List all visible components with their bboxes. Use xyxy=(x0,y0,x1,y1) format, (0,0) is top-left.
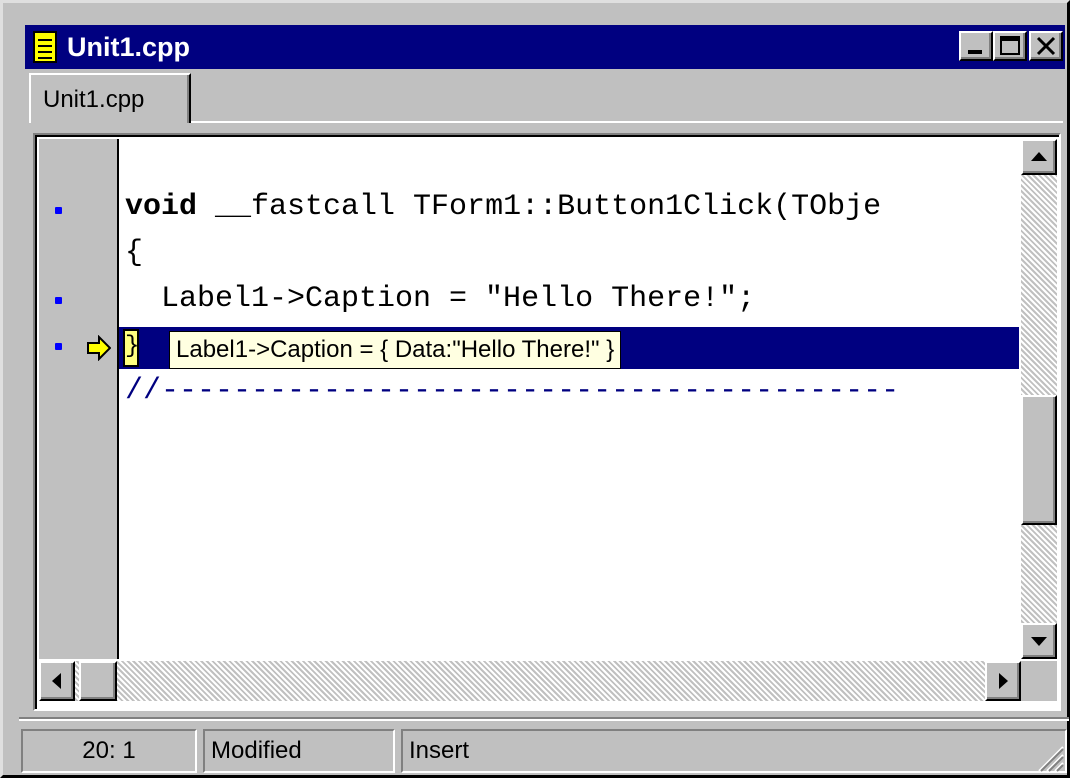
tab-divider xyxy=(191,121,1063,123)
arrow-down-icon xyxy=(1031,637,1047,646)
editor-gutter[interactable] xyxy=(39,139,119,659)
breakpoint-dot-icon xyxy=(55,343,62,350)
code-line: void __fastcall TForm1::Button1Click(TOb… xyxy=(125,185,881,229)
close-button[interactable] xyxy=(1029,31,1063,61)
editor-window: Unit1.cpp Unit1.cpp void __fastcall TFor… xyxy=(0,0,1070,778)
code-keyword: void xyxy=(125,190,198,224)
scrollbar-corner xyxy=(1021,661,1057,701)
modified-status-panel: Modified xyxy=(203,729,395,773)
horizontal-scroll-thumb[interactable] xyxy=(79,661,117,701)
scroll-down-button[interactable] xyxy=(1021,623,1057,659)
vertical-scroll-thumb[interactable] xyxy=(1021,395,1057,525)
title-bar[interactable]: Unit1.cpp xyxy=(25,25,1065,69)
arrow-right-icon xyxy=(999,673,1008,689)
status-separator xyxy=(19,717,1069,721)
comment-line: //--------------------------------------… xyxy=(125,374,900,408)
status-bar: 20: 1 Modified Insert xyxy=(19,717,1069,775)
insert-mode-panel: Insert xyxy=(401,729,1067,773)
vertical-scrollbar[interactable] xyxy=(1021,139,1057,659)
maximize-icon xyxy=(1000,36,1020,55)
minimize-icon xyxy=(968,50,982,54)
code-line: Label1->Caption = "Hello There!"; xyxy=(125,282,756,316)
code-line: } xyxy=(123,329,139,367)
execution-point-arrow-icon xyxy=(87,335,111,361)
scroll-up-button[interactable] xyxy=(1021,139,1057,175)
tab-label: Unit1.cpp xyxy=(43,86,145,113)
arrow-up-icon xyxy=(1031,152,1047,161)
scroll-left-button[interactable] xyxy=(39,661,75,701)
evaluation-tooltip: Label1->Caption = { Data:"Hello There!" … xyxy=(169,331,622,369)
tab-unit1-cpp[interactable]: Unit1.cpp xyxy=(29,73,191,123)
scroll-right-button[interactable] xyxy=(985,661,1021,701)
code-editor[interactable]: void __fastcall TForm1::Button1Click(TOb… xyxy=(33,133,1061,711)
code-text: __fastcall TForm1::Button1Click(TObje xyxy=(197,190,882,224)
code-text-area[interactable]: void __fastcall TForm1::Button1Click(TOb… xyxy=(119,139,1019,659)
resize-grip-icon[interactable] xyxy=(1033,741,1065,773)
document-icon xyxy=(33,31,57,63)
window-title: Unit1.cpp xyxy=(67,32,191,62)
breakpoint-dot-icon xyxy=(55,297,62,304)
maximize-button[interactable] xyxy=(993,31,1027,61)
arrow-left-icon xyxy=(52,673,61,689)
cursor-position-panel: 20: 1 xyxy=(21,729,197,773)
close-icon xyxy=(1036,36,1056,56)
horizontal-scrollbar[interactable] xyxy=(39,661,1021,701)
minimize-button[interactable] xyxy=(959,31,993,61)
code-line: { xyxy=(125,236,144,270)
breakpoint-dot-icon xyxy=(55,207,62,214)
